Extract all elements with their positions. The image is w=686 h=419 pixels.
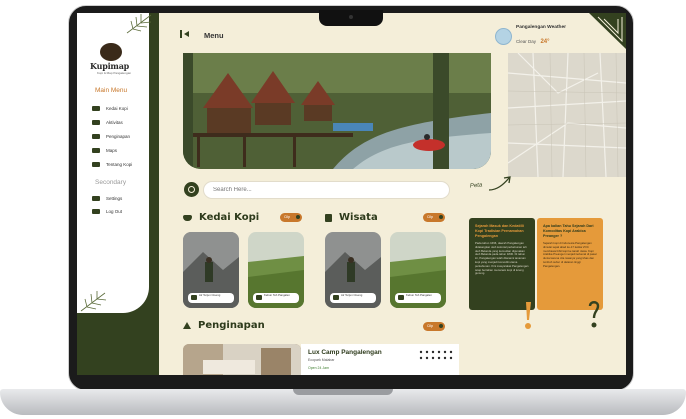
gear-icon (92, 196, 100, 201)
wisata-card[interactable]: Kebun Teh Pangalen (390, 232, 446, 308)
hero-image (183, 53, 491, 169)
coffee-cup-icon (92, 106, 100, 111)
weather-condition: Clear Day (516, 39, 537, 44)
dots-pattern (419, 350, 453, 360)
wisata-card[interactable]: Air Terjun Ciseng (325, 232, 381, 308)
sidebar-item-label: Log Out (106, 209, 123, 214)
app-screen: Kupimap Kopi & Map Pangalengan Main Menu… (77, 13, 626, 375)
sidebar-item-settings[interactable]: Settings (92, 196, 122, 201)
card-caption: Air Terjun Ciseng (330, 293, 376, 303)
bedroom-photo (183, 344, 301, 375)
map-roads (507, 52, 626, 178)
laptop-hinge (293, 389, 393, 395)
history-card-body: Pada tahun 1696, daerah Pangalengan dida… (475, 241, 529, 276)
dot-pattern-decoration (415, 344, 459, 375)
sidebar-item-label: Settings (106, 196, 123, 201)
wisata-see-all-button[interactable]: Cilp (423, 213, 445, 222)
camera-icon (349, 15, 353, 19)
section-kedai-kopi-header: Kedai Kopi (183, 212, 259, 223)
sidebar-item-penginapan[interactable]: Penginapan (92, 134, 130, 139)
weather-sun-icon (495, 28, 512, 45)
sidebar-item-kedai-kopi[interactable]: Kedai Kopi (92, 106, 128, 111)
river-lodge-photo (183, 53, 491, 169)
card-caption: Kebun Teh Pangalen (253, 293, 299, 303)
penginapan-photo[interactable] (183, 344, 301, 375)
arrow-up-right-icon (488, 176, 511, 191)
coffee-cup-icon (183, 214, 192, 221)
sidebar-item-label: Kedai Kopi (106, 106, 128, 111)
leaf-decoration-icon (80, 291, 107, 312)
history-card-body: Sejarah kopi di Indonesia Pangalengan di… (543, 241, 597, 268)
page-title: Menu (204, 31, 224, 40)
sidebar-item-maps[interactable]: Maps (92, 148, 117, 153)
card-caption-text: Kebun Teh Pangalen (264, 293, 290, 297)
sidebar-item-label: Penginapan (106, 134, 131, 139)
app-logo-text[interactable]: Kupimap (90, 61, 129, 71)
section-title: Kedai Kopi (199, 212, 260, 223)
sidebar-item-label: Tentang Kopi (106, 162, 133, 167)
app-tagline: Kopi & Map Pangalengan (97, 71, 132, 75)
leaf-decoration-icon (126, 14, 152, 34)
card-caption-text: Air Terjun Ciseng (341, 293, 363, 297)
kedai-kopi-card[interactable]: Air Terjun Ciseng (183, 232, 239, 308)
kedai-kopi-see-all-button[interactable]: Cilp (280, 213, 302, 222)
kedai-kopi-card[interactable]: Kebun Teh Pangalen (248, 232, 304, 308)
hiking-icon (92, 120, 100, 125)
main-menu-title: Main Menu (95, 87, 128, 94)
exclamation-mark-icon (525, 302, 531, 329)
sidebar-item-log-out[interactable]: Log Out (92, 209, 122, 214)
history-card-dark[interactable]: Sejarah Masuk dan Kedatilli Kopi Tradisi… (469, 218, 535, 310)
logout-icon (92, 209, 100, 214)
question-mark-icon (588, 301, 600, 328)
tent-icon (183, 322, 191, 329)
weather-temperature: 24° (540, 39, 550, 45)
penginapan-card[interactable]: Lux Camp Pangalengan Ecopark Malabar Ope… (301, 344, 415, 375)
penginapan-see-all-button[interactable]: Cilp (423, 322, 445, 331)
penginapan-status: Open 24 Jam (308, 366, 330, 370)
section-penginapan-header: Penginapan (183, 320, 265, 331)
history-card-title: Sejarah Masuk dan Kedatilli Kopi Tradisi… (475, 224, 524, 238)
section-title: Wisata (339, 212, 378, 223)
tribal-pattern-decoration (589, 13, 626, 49)
map-icon (92, 148, 100, 153)
history-card-orange[interactable]: Apa kalian Tahu Sejarah Dari Komoditas K… (537, 218, 603, 310)
coffee-bean-icon (92, 162, 100, 167)
sidebar: Kupimap Kopi & Map Pangalengan Main Menu… (77, 13, 159, 375)
section-title: Penginapan (198, 320, 265, 331)
secondary-title: Secondary (95, 179, 127, 186)
card-caption-text: Kebun Teh Pangalen (406, 293, 432, 297)
map-label: Peta (469, 182, 483, 190)
card-caption: Kebun Teh Pangalen (395, 293, 441, 303)
collapse-sidebar-icon[interactable] (180, 30, 189, 38)
history-card-title: Apa kalian Tahu Sejarah Dari Komoditas K… (543, 224, 594, 238)
laptop-mockup: Kupimap Kopi & Map Pangalengan Main Menu… (0, 0, 686, 419)
building-icon (325, 213, 332, 222)
penginapan-location: Ecopark Malabar (308, 358, 335, 362)
search-input[interactable] (203, 181, 450, 199)
bed-icon (92, 134, 100, 139)
map-thumbnail[interactable] (507, 52, 626, 178)
camera-notch (319, 10, 383, 26)
sidebar-item-label: Maps (106, 148, 118, 153)
sidebar-item-aktivitas[interactable]: Aktivitas (92, 120, 123, 125)
penginapan-name: Lux Camp Pangalengan (308, 349, 382, 356)
card-caption-text: Air Terjun Ciseng (199, 293, 221, 297)
weather-widget: Pangalengan Weather Clear Day 24° (495, 25, 566, 48)
logo-icon[interactable] (100, 43, 122, 61)
sidebar-item-tentang-kopi[interactable]: Tentang Kopi (92, 162, 132, 167)
sidebar-item-label: Aktivitas (106, 120, 123, 125)
card-caption: Air Terjun Ciseng (188, 293, 234, 303)
section-wisata-header: Wisata (325, 212, 378, 223)
search-button[interactable] (184, 182, 199, 197)
